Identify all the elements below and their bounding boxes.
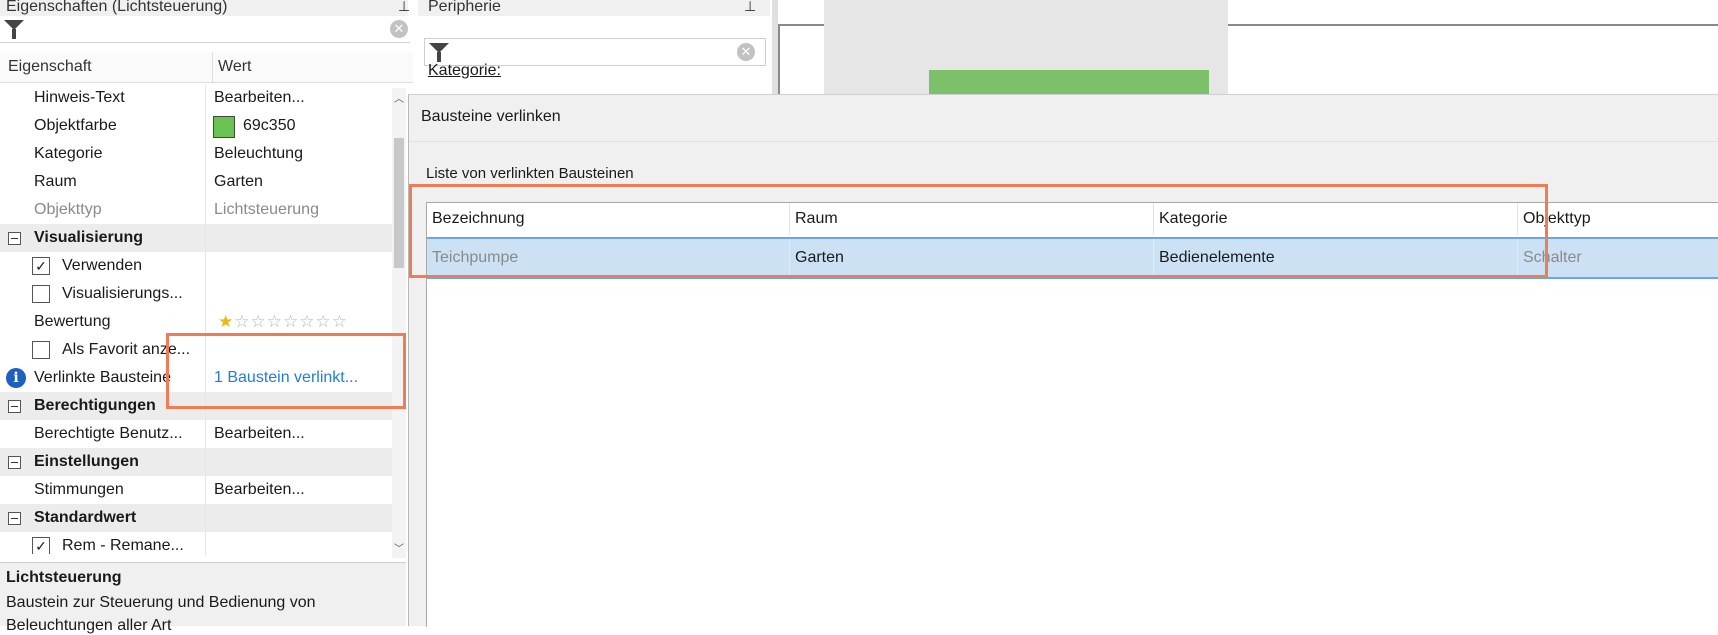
property-row-raum[interactable]: Raum Garten	[0, 168, 392, 196]
group-row-einstellungen[interactable]: Einstellungen	[0, 448, 392, 476]
highlight-linked-blocks	[166, 333, 406, 409]
property-label: Berechtigte Benutz...	[34, 425, 183, 442]
property-label: Objektfarbe	[34, 117, 117, 134]
property-label: Bewertung	[34, 313, 111, 330]
dialog-header-separator	[409, 141, 1718, 142]
collapse-icon[interactable]	[8, 400, 21, 413]
property-row-visualisierungs[interactable]: Visualisierungs...	[0, 280, 392, 308]
blurred-preview-image	[824, 0, 1228, 94]
properties-scrollbar[interactable]: ︿ ﹀	[392, 88, 406, 558]
property-label: Kategorie	[34, 145, 103, 162]
property-label: Raum	[34, 173, 77, 190]
property-label: Hinweis-Text	[34, 89, 125, 106]
property-label: Rem - Remane...	[62, 537, 184, 554]
blurred-preview-bar	[929, 70, 1209, 94]
collapse-icon[interactable]	[8, 232, 21, 245]
property-value[interactable]: Beleuchtung	[214, 140, 390, 168]
checkbox-icon[interactable]	[32, 341, 50, 359]
property-row-bewertung[interactable]: Bewertung ★☆☆☆☆☆☆☆	[0, 308, 392, 336]
star-empty-icon[interactable]: ☆☆☆☆☆☆☆	[234, 312, 348, 331]
scroll-down-icon[interactable]: ﹀	[394, 540, 404, 555]
description-area: Lichtsteuerung Baustein zur Steuerung un…	[0, 562, 406, 634]
description-title: Lichtsteuerung	[6, 569, 122, 586]
filter-icon	[4, 20, 24, 39]
property-label: Stimmungen	[34, 481, 124, 498]
property-row-berechtigte[interactable]: Berechtigte Benutz... Bearbeiten...	[0, 420, 392, 448]
group-label: Standardwert	[34, 509, 137, 526]
properties-filter-bar[interactable]: ✕	[0, 16, 410, 43]
checkbox-checked-icon[interactable]: ✓	[32, 257, 50, 275]
peripherie-panel-title: Peripherie	[418, 0, 770, 16]
properties-panel: Eigenschaften (Lichtsteuerung) ✕ Eigensc…	[0, 0, 413, 634]
property-value: Lichtsteuerung	[214, 201, 319, 218]
column-header-property[interactable]: Eigenschaft	[0, 52, 213, 83]
star-filled-icon[interactable]: ★	[218, 312, 234, 331]
property-row-stimmungen[interactable]: Stimmungen Bearbeiten...	[0, 476, 392, 504]
property-value[interactable]: Garten	[214, 168, 390, 196]
description-text-2: Beleuchtungen aller Art	[6, 617, 172, 634]
clear-filter-icon[interactable]: ✕	[737, 43, 755, 61]
collapse-icon[interactable]	[8, 512, 21, 525]
collapse-icon[interactable]	[8, 456, 21, 469]
scrollbar-thumb[interactable]	[394, 138, 404, 268]
properties-panel-title: Eigenschaften (Lichtsteuerung)	[0, 0, 408, 16]
info-icon: i	[6, 368, 26, 388]
property-value[interactable]: Bearbeiten...	[214, 84, 390, 112]
category-label: Kategorie:	[428, 62, 501, 79]
description-text: Baustein zur Steuerung und Bedienung von	[6, 594, 316, 611]
property-row-kategorie[interactable]: Kategorie Beleuchtung	[0, 140, 392, 168]
checkbox-icon[interactable]	[32, 285, 50, 303]
filter-icon	[429, 43, 449, 62]
peripherie-panel: Peripherie ⊥ ⊥ ✕ Kategorie:	[398, 0, 770, 100]
group-label: Einstellungen	[34, 453, 139, 470]
clear-filter-icon[interactable]: ✕	[390, 20, 408, 38]
column-header-value[interactable]: Wert	[213, 52, 413, 83]
property-row-hinweis[interactable]: Hinweis-Text Bearbeiten...	[0, 84, 392, 112]
highlight-linked-table	[409, 184, 1548, 278]
property-row-objektfarbe[interactable]: Objektfarbe 69c350	[0, 112, 392, 140]
checkbox-checked-icon[interactable]: ✓	[32, 537, 50, 554]
property-label: Verwenden	[62, 257, 143, 274]
color-swatch[interactable]	[213, 116, 235, 138]
property-label: Objekttyp	[34, 201, 102, 218]
link-blocks-dialog: Bausteine verlinken Liste von verlinkten…	[408, 94, 1718, 627]
section-label: Liste von verlinkten Bausteinen	[426, 165, 634, 182]
pin-icon[interactable]: ⊥	[744, 0, 756, 15]
property-row-verwenden[interactable]: ✓ Verwenden	[0, 252, 392, 280]
group-label: Visualisierung	[34, 229, 144, 246]
column-header-objekttyp[interactable]: Objekttyp	[1518, 203, 1718, 235]
dialog-title: Bausteine verlinken	[421, 108, 561, 125]
property-value[interactable]: Bearbeiten...	[214, 420, 390, 448]
group-row-standardwert[interactable]: Standardwert	[0, 504, 392, 532]
property-row-rem[interactable]: ✓ Rem - Remane...	[0, 532, 392, 554]
property-row-objekttyp: Objekttyp Lichtsteuerung	[0, 196, 392, 224]
column-divider	[205, 84, 206, 556]
rating-stars[interactable]: ★☆☆☆☆☆☆☆	[218, 308, 348, 336]
group-row-visualisierung[interactable]: Visualisierung	[0, 224, 392, 252]
property-label: Visualisierungs...	[62, 285, 183, 302]
property-value[interactable]: Bearbeiten...	[214, 476, 390, 504]
pin-icon[interactable]: ⊥	[398, 0, 410, 15]
cell-objekttyp[interactable]: Schalter	[1518, 239, 1718, 277]
scroll-up-icon[interactable]: ︿	[394, 90, 404, 105]
